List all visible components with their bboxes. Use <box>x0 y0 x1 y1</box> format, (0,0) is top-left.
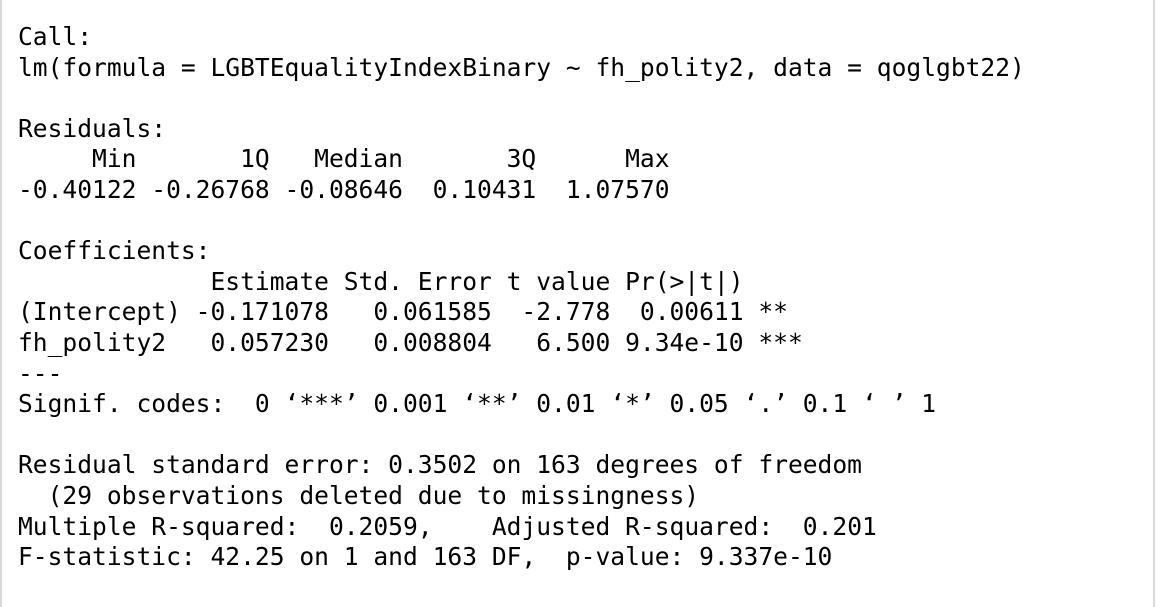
regression-summary-text: Call: lm(formula = LGBTEqualityIndexBinar… <box>18 22 1025 573</box>
f-statistic-line: F-statistic: 42.25 on 1 and 163 DF, p-va… <box>18 542 833 572</box>
call-header-line: Call: <box>18 22 93 51</box>
r-squared-line: Multiple R-squared: 0.2059, Adjusted R-s… <box>18 511 892 541</box>
coefficients-column-headers-line: Estimate Std. Error t value Pr(>|t|) <box>18 266 803 296</box>
lm-formula-line: lm(formula = LGBTEqualityIndexBinary ~ f… <box>18 52 1025 82</box>
residuals-quantile-values-line: -0.40122 -0.26768 -0.08646 0.10431 1.075… <box>18 174 685 204</box>
coefficient-row-fh-polity2: fh_polity2 0.057230 0.008804 6.500 9.34e… <box>18 327 803 357</box>
residual-standard-error-line: Residual standard error: 0.3502 on 163 d… <box>18 450 862 480</box>
observations-deleted-line: (29 observations deleted due to missingn… <box>18 480 700 510</box>
residuals-quantile-labels-line: Min 1Q Median 3Q Max <box>18 144 685 174</box>
coefficients-header-line: Coefficients: <box>18 236 211 266</box>
residuals-header-line: Residuals: <box>18 113 167 143</box>
separator-line: --- <box>18 358 63 388</box>
coefficient-row-intercept: (Intercept) -0.171078 0.061585 -2.778 0.… <box>18 297 803 327</box>
r-console-output-panel: Call: lm(formula = LGBTEqualityIndexBinar… <box>0 0 1155 607</box>
signif-codes-line: Signif. codes: 0 ‘***’ 0.001 ‘**’ 0.01 ‘… <box>18 389 937 419</box>
